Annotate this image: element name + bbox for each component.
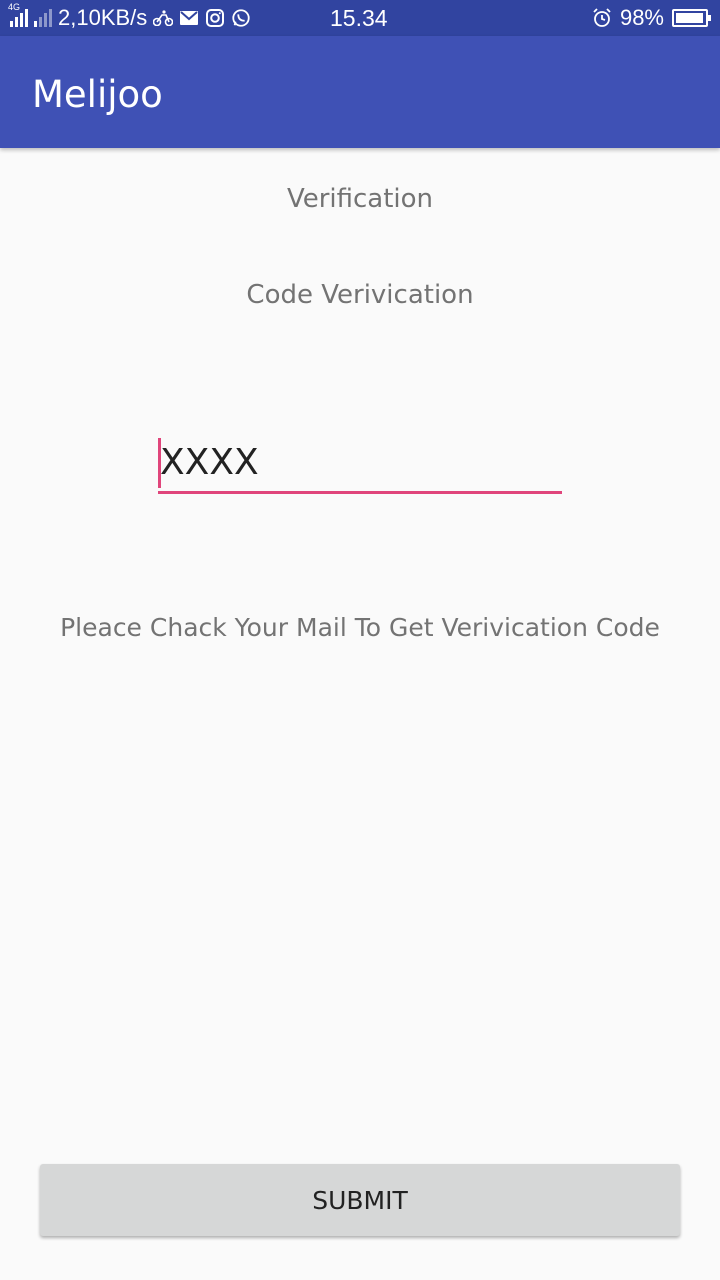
status-right-group: 98% <box>592 0 711 36</box>
bike-icon <box>153 8 174 28</box>
battery-icon <box>672 9 711 27</box>
signal-icon <box>34 9 52 27</box>
battery-level <box>676 13 704 23</box>
signal-icon: 4G <box>8 2 28 27</box>
alarm-icon <box>592 8 612 28</box>
verification-code-value: XXXX <box>160 442 259 483</box>
battery-percent: 98% <box>619 5 664 30</box>
data-speed: 2,10KB/s <box>58 5 148 30</box>
verification-code-input[interactable]: XXXX <box>158 438 562 494</box>
status-time: 15.34 <box>330 5 388 31</box>
hint-text: Pleace Chack Your Mail To Get Verivicati… <box>60 613 660 642</box>
whatsapp-icon <box>231 8 251 28</box>
app-title: Melijoo <box>32 73 163 116</box>
gmail-icon <box>179 8 199 28</box>
instagram-icon <box>205 8 225 28</box>
status-left-group: 4G 2,10KB/s <box>8 0 251 36</box>
app-bar: Melijoo <box>0 36 720 148</box>
network-type-label: 4G <box>8 2 21 12</box>
page-title: Verification <box>286 184 434 214</box>
submit-button[interactable]: SUBMIT <box>40 1164 680 1236</box>
page-subtitle: Code Verivication <box>246 280 474 310</box>
status-bar: 4G 2,10KB/s 15.34 98% <box>0 0 720 36</box>
